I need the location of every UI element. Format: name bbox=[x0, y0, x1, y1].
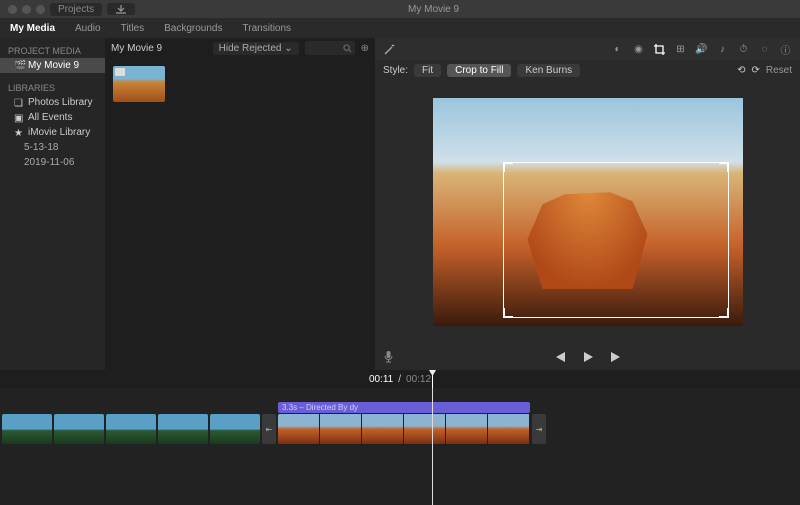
style-row: Style: Fit Crop to Fill Ken Burns ⟲ ⟳ Re… bbox=[375, 60, 800, 80]
tab-audio[interactable]: Audio bbox=[75, 23, 101, 34]
wand-icon[interactable] bbox=[383, 43, 396, 56]
sidebar-subitem-date2[interactable]: 2019-11-06 bbox=[0, 155, 105, 170]
search-icon bbox=[343, 44, 352, 53]
style-label: Style: bbox=[383, 65, 408, 76]
timeline-track-1 bbox=[2, 414, 260, 444]
sidebar-item-imovie-library[interactable]: ★ iMovie Library bbox=[0, 125, 105, 140]
filter-icon[interactable]: ◌ bbox=[758, 43, 771, 56]
crop-rectangle[interactable] bbox=[503, 162, 729, 318]
import-button[interactable] bbox=[107, 3, 135, 15]
rotate-left-icon[interactable]: ⟲ bbox=[737, 65, 745, 76]
playback-controls bbox=[375, 344, 800, 370]
photos-icon: ❏ bbox=[14, 98, 24, 108]
crop-handle-br[interactable] bbox=[719, 308, 729, 318]
media-thumbnail[interactable] bbox=[113, 66, 165, 102]
jump-next-button[interactable]: ⇥ bbox=[532, 414, 546, 444]
viewer-toolbar: ◐ ◉ ⊞ 🔊 ♪ ⏱ ◌ ⓘ bbox=[375, 38, 800, 60]
style-kenburns-button[interactable]: Ken Burns bbox=[517, 64, 580, 77]
color-balance-icon[interactable]: ◐ bbox=[611, 43, 624, 56]
events-icon: ▣ bbox=[14, 113, 24, 123]
tab-titles[interactable]: Titles bbox=[121, 23, 145, 34]
star-icon: ★ bbox=[14, 128, 24, 138]
filter-dropdown[interactable]: Hide Rejected ⌄ bbox=[213, 42, 299, 55]
sidebar-header-libraries: LIBRARIES bbox=[0, 81, 105, 95]
media-tabs: My Media Audio Titles Backgrounds Transi… bbox=[0, 18, 800, 38]
crop-handle-tl[interactable] bbox=[503, 162, 513, 172]
sidebar-subitem-date1[interactable]: 5-13-18 bbox=[0, 140, 105, 155]
sidebar: PROJECT MEDIA 🎬 My Movie 9 LIBRARIES ❏ P… bbox=[0, 38, 105, 370]
window-titlebar: Projects My Movie 9 bbox=[0, 0, 800, 18]
preview-area[interactable] bbox=[375, 80, 800, 344]
crop-icon[interactable] bbox=[653, 43, 666, 56]
traffic-lights[interactable] bbox=[8, 5, 45, 14]
title-clip[interactable]: 3.3s – Directed By dy bbox=[278, 402, 530, 413]
reset-button[interactable]: Reset bbox=[766, 65, 792, 76]
prev-button[interactable] bbox=[553, 351, 567, 363]
next-button[interactable] bbox=[609, 351, 623, 363]
stabilize-icon[interactable]: ⊞ bbox=[674, 43, 687, 56]
timeline-clip[interactable] bbox=[54, 414, 104, 444]
search-input[interactable] bbox=[305, 41, 355, 55]
preview-image bbox=[433, 98, 743, 326]
back-projects-button[interactable]: Projects bbox=[50, 3, 102, 16]
timeline-clip[interactable] bbox=[2, 414, 52, 444]
timeline[interactable]: ⇤ 3.3s – Directed By dy ⇥ bbox=[0, 388, 800, 505]
sidebar-item-project[interactable]: 🎬 My Movie 9 bbox=[0, 58, 105, 73]
tab-my-media[interactable]: My Media bbox=[10, 23, 55, 34]
timecode-current: 00:11 bbox=[369, 374, 393, 385]
timeline-header: 00:11 / 00:12 bbox=[0, 370, 800, 388]
timeline-playhead[interactable] bbox=[432, 388, 433, 505]
timeline-clip[interactable] bbox=[210, 414, 260, 444]
style-crop-button[interactable]: Crop to Fill bbox=[447, 64, 511, 77]
noise-icon[interactable]: ♪ bbox=[716, 43, 729, 56]
crop-handle-bl[interactable] bbox=[503, 308, 513, 318]
mic-icon[interactable] bbox=[383, 350, 394, 364]
jump-prev-button[interactable]: ⇤ bbox=[262, 414, 276, 444]
rotate-right-icon[interactable]: ⟳ bbox=[751, 65, 759, 76]
info-icon[interactable]: ⓘ bbox=[779, 43, 792, 56]
timeline-clip-main[interactable] bbox=[278, 414, 530, 444]
style-fit-button[interactable]: Fit bbox=[414, 64, 441, 77]
timecode-total: 00:12 bbox=[406, 374, 431, 385]
viewer-panel: ◐ ◉ ⊞ 🔊 ♪ ⏱ ◌ ⓘ Style: Fit Crop to Fill … bbox=[375, 38, 800, 370]
settings-icon[interactable]: ⊕ bbox=[361, 43, 369, 54]
clapper-icon: 🎬 bbox=[14, 61, 24, 71]
volume-icon[interactable]: 🔊 bbox=[695, 43, 708, 56]
timeline-clip[interactable] bbox=[158, 414, 208, 444]
crop-handle-tr[interactable] bbox=[719, 162, 729, 172]
speed-icon[interactable]: ⏱ bbox=[737, 43, 750, 56]
play-button[interactable] bbox=[581, 350, 595, 364]
tab-transitions[interactable]: Transitions bbox=[243, 23, 292, 34]
browser-title: My Movie 9 bbox=[111, 43, 162, 54]
playhead-marker[interactable] bbox=[432, 370, 433, 388]
window-title: My Movie 9 bbox=[140, 4, 727, 15]
sidebar-header-project: PROJECT MEDIA bbox=[0, 44, 105, 58]
tab-backgrounds[interactable]: Backgrounds bbox=[164, 23, 222, 34]
sidebar-item-all-events[interactable]: ▣ All Events bbox=[0, 110, 105, 125]
media-browser: My Movie 9 Hide Rejected ⌄ ⊕ bbox=[105, 38, 375, 370]
color-correct-icon[interactable]: ◉ bbox=[632, 43, 645, 56]
timeline-clip[interactable] bbox=[106, 414, 156, 444]
sidebar-item-photos[interactable]: ❏ Photos Library bbox=[0, 95, 105, 110]
